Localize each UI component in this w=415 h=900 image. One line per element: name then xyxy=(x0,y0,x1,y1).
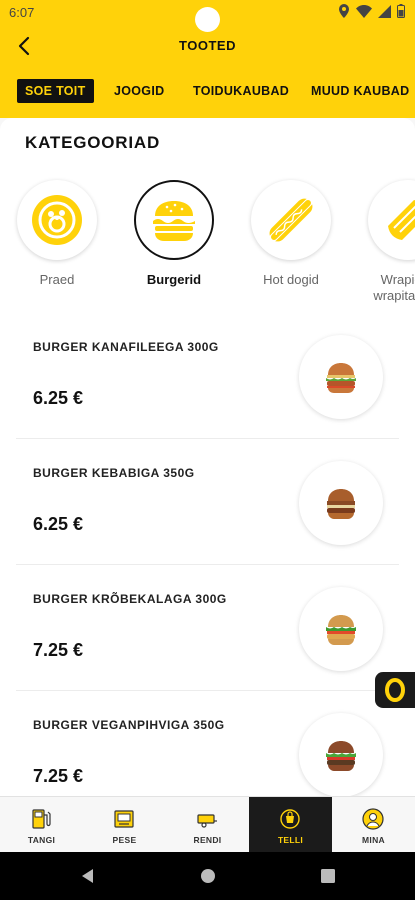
category-label: Praed xyxy=(39,272,75,287)
category-circle xyxy=(251,180,331,260)
wifi-icon xyxy=(356,4,372,18)
nav-label: MINA xyxy=(362,835,385,845)
nav-label: RENDI xyxy=(193,835,222,845)
status-icons xyxy=(338,4,405,18)
section-title: KATEGOORIAD xyxy=(25,133,161,152)
burger-icon xyxy=(153,201,195,241)
order-bag-icon xyxy=(280,809,300,829)
signal-icon xyxy=(378,4,391,18)
loyalty-badge-button[interactable] xyxy=(375,672,415,708)
product-name: BURGER VEGANPIHVIGA 350G xyxy=(33,718,225,732)
product-name: BURGER KANAFILEEGA 300G xyxy=(33,340,219,354)
nav-item-telli[interactable]: TELLI xyxy=(249,797,332,853)
category-circle xyxy=(17,180,97,260)
recents-square-icon[interactable] xyxy=(320,868,336,884)
product-price: 7.25 € xyxy=(33,766,84,786)
system-navigation-bar xyxy=(0,852,415,900)
tab-muud-kaubad[interactable]: MUUD KAUBAD xyxy=(311,79,409,103)
trailer-icon xyxy=(197,814,217,828)
product-image xyxy=(299,461,383,545)
product-item[interactable]: BURGER KEBABIGA 350G 6.25 € xyxy=(16,440,399,565)
burger-photo-icon xyxy=(327,489,355,519)
product-price: 7.25 € xyxy=(33,640,84,660)
hotdog-icon xyxy=(269,198,313,242)
category-carousel[interactable]: Praed Burgerid Hot dogid Wrapi wrapita xyxy=(0,180,415,310)
home-circle-icon[interactable] xyxy=(200,868,216,884)
category-wrapid[interactable]: Wrapid ja wrapitaskud xyxy=(362,180,415,304)
fuel-pump-icon xyxy=(32,809,51,829)
product-price: 6.25 € xyxy=(33,388,84,408)
burger-photo-icon xyxy=(326,741,356,771)
category-label: Burgerid xyxy=(146,272,202,287)
location-icon xyxy=(339,4,349,18)
nav-label: PESE xyxy=(112,835,137,845)
page-title: TOOTED xyxy=(179,38,236,53)
o-logo-icon xyxy=(385,678,405,702)
user-icon xyxy=(362,808,384,830)
product-item[interactable]: BURGER KRÕBEKALAGA 300G 7.25 € xyxy=(16,566,399,691)
product-image xyxy=(299,335,383,419)
category-burgerid[interactable]: Burgerid xyxy=(128,180,220,288)
nav-label: TELLI xyxy=(277,835,304,845)
tab-toidukaubad[interactable]: TOIDUKAUBAD xyxy=(193,79,289,103)
bottom-navigation: TANGI PESE RENDI TELLI MINA xyxy=(0,796,415,853)
product-image xyxy=(299,713,383,796)
tab-soe-toit[interactable]: SOE TOIT xyxy=(17,79,94,103)
status-time: 6:07 xyxy=(9,5,35,20)
content-card: KATEGOORIAD Praed Burgerid Hot dogid Wra… xyxy=(0,118,415,796)
product-name: BURGER KRÕBEKALAGA 300G xyxy=(33,592,227,606)
nav-item-tangi[interactable]: TANGI xyxy=(0,797,83,853)
nav-label: TANGI xyxy=(27,835,56,845)
camera-cutout xyxy=(195,7,220,32)
product-item[interactable]: BURGER KANAFILEEGA 300G 6.25 € xyxy=(16,314,399,439)
burger-photo-icon xyxy=(326,615,356,645)
category-circle xyxy=(368,180,415,260)
product-image xyxy=(299,587,383,671)
battery-icon xyxy=(397,4,405,18)
nav-item-mina[interactable]: MINA xyxy=(332,797,415,853)
nav-item-pese[interactable]: PESE xyxy=(83,797,166,853)
category-label: Wrapid ja wrapitaskud xyxy=(373,272,415,303)
back-triangle-icon[interactable] xyxy=(80,868,96,884)
app-header: 6:07 TOOTED SOE TOIT JOOGID TOIDUKAUBAD … xyxy=(0,0,415,118)
plate-icon xyxy=(32,195,82,245)
product-name: BURGER KEBABIGA 350G xyxy=(33,466,195,480)
product-item[interactable]: BURGER VEGANPIHVIGA 350G 7.25 € xyxy=(16,692,399,796)
car-wash-icon xyxy=(114,810,134,828)
product-price: 6.25 € xyxy=(33,514,84,534)
category-label: Hot dogid xyxy=(263,272,319,287)
burger-photo-icon xyxy=(326,363,356,393)
category-hot-dogid[interactable]: Hot dogid xyxy=(245,180,337,288)
nav-item-rendi[interactable]: RENDI xyxy=(166,797,249,853)
category-circle xyxy=(134,180,214,260)
tab-joogid[interactable]: JOOGID xyxy=(114,79,164,103)
category-praed[interactable]: Praed xyxy=(11,180,103,288)
category-tabs: SOE TOIT JOOGID TOIDUKAUBAD MUUD KAUBAD xyxy=(0,79,415,105)
wrap-icon xyxy=(388,200,415,240)
